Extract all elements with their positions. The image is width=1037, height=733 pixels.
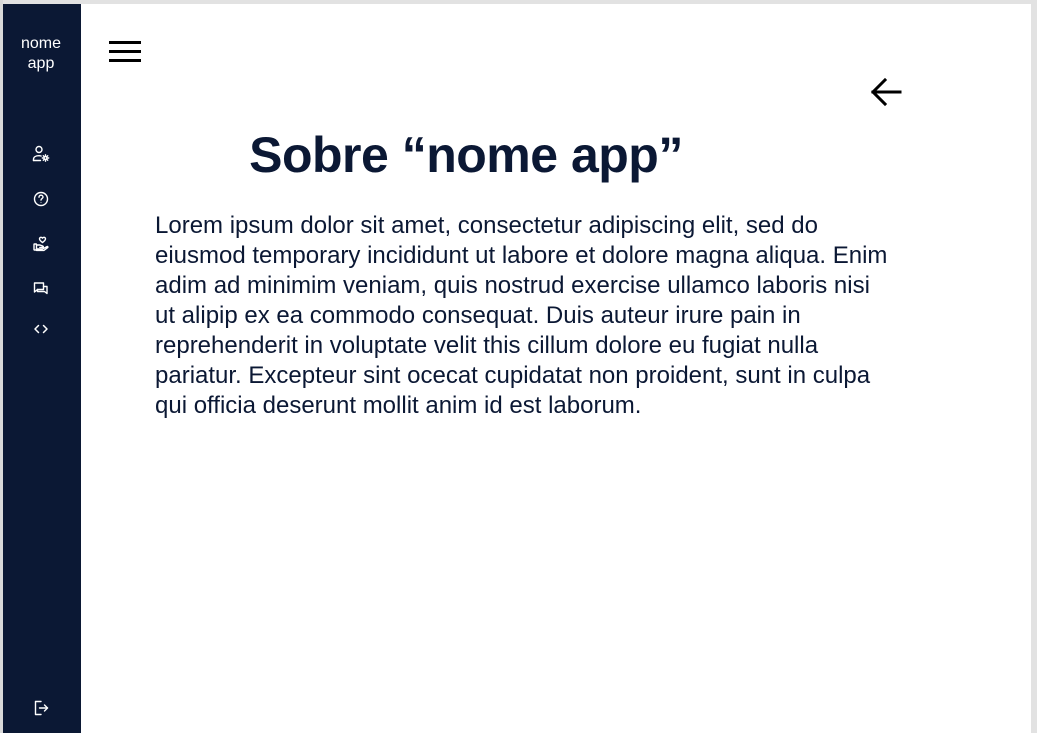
hamburger-menu-icon [109, 41, 141, 62]
about-description: Lorem ipsum dolor sit amet, consectetur … [155, 212, 888, 419]
app-name-line-1: nome [20, 35, 62, 52]
logout-icon [34, 700, 49, 716]
sidebar-item-logout[interactable] [31, 698, 51, 718]
sidebar: nome app [3, 4, 81, 733]
sidebar-item-code[interactable] [31, 319, 51, 339]
donate-heart-hand-icon [33, 236, 49, 252]
main-content: Sobre “nome app” Lorem ipsum dolor sit a… [81, 4, 1031, 733]
sidebar-item-messages[interactable] [31, 279, 51, 299]
app-logo-text: nome app [0, 34, 82, 74]
user-settings-icon [32, 145, 50, 162]
back-button[interactable] [867, 74, 903, 110]
arrow-left-icon [870, 77, 902, 107]
menu-button[interactable] [107, 38, 143, 66]
help-circle-icon [33, 191, 49, 207]
app-name-line-2: app [27, 55, 55, 72]
code-brackets-icon [34, 324, 48, 334]
sidebar-item-help[interactable] [31, 189, 51, 209]
sidebar-item-donate[interactable] [31, 234, 51, 254]
chat-messages-icon [33, 282, 48, 295]
sidebar-item-user-settings[interactable] [31, 144, 51, 164]
page-title: Sobre “nome app” [249, 127, 683, 183]
